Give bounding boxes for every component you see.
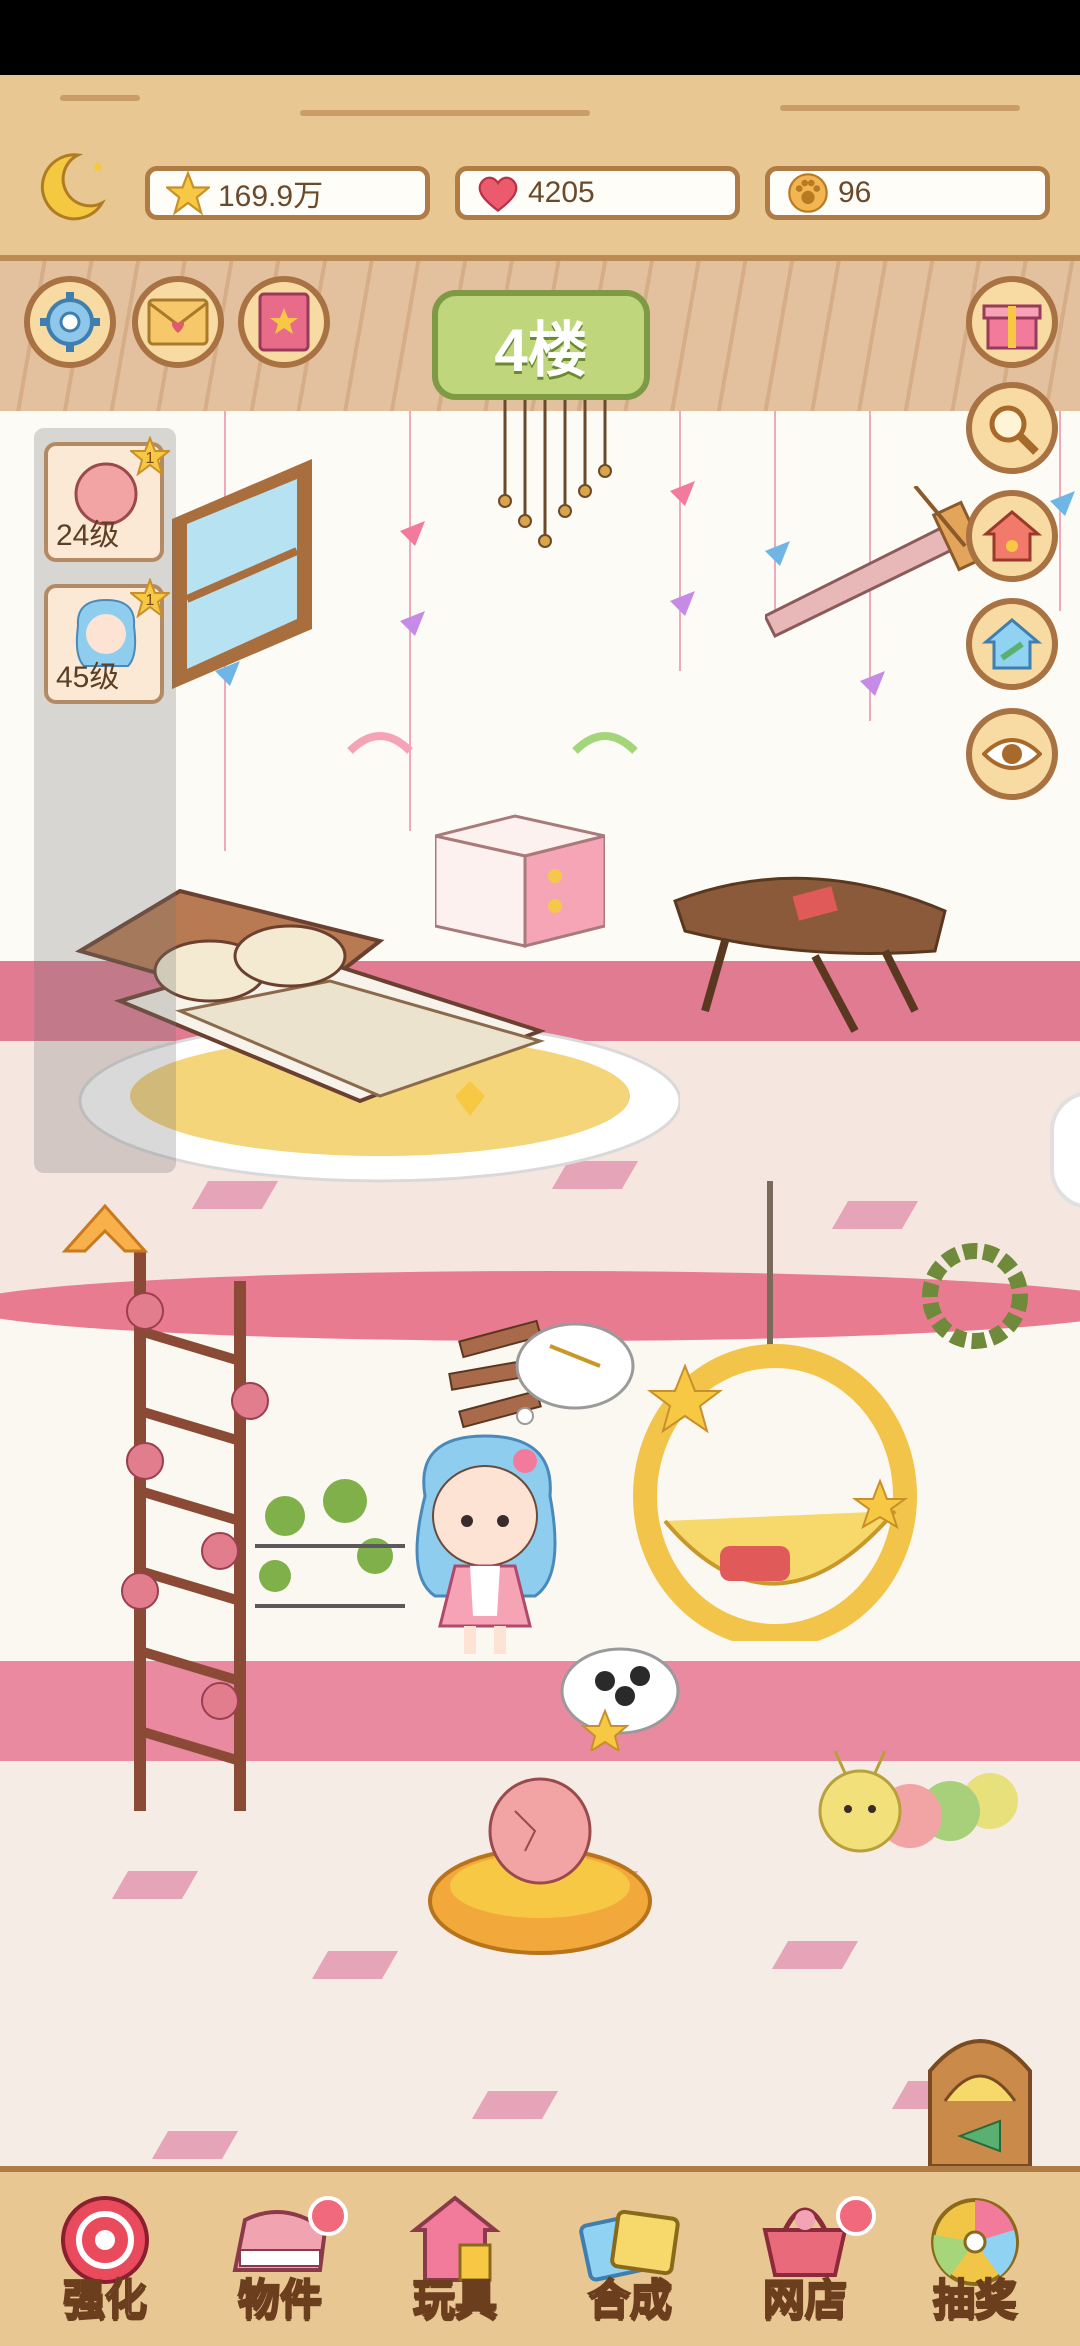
- status-bar: [0, 0, 1080, 75]
- eye-icon: [982, 738, 1042, 770]
- nav-shop-label: 网店: [762, 2275, 848, 2324]
- nav-lottery[interactable]: 抽奖: [895, 2190, 1055, 2340]
- thought-bubble: [515, 1322, 635, 1425]
- mail-button[interactable]: [132, 276, 224, 368]
- moon-icon[interactable]: [28, 145, 112, 229]
- exit-door-button[interactable]: [920, 2021, 1040, 2166]
- nav-toys-label: 玩具: [412, 2275, 498, 2324]
- badge-count: 1: [146, 592, 155, 609]
- gift-icon: [982, 304, 1042, 350]
- character-level: 45级: [56, 661, 120, 694]
- star-icon: [164, 169, 212, 217]
- home-button[interactable]: [966, 490, 1058, 582]
- star-badge-icon: 1: [130, 436, 170, 476]
- envelope-icon: [147, 298, 209, 346]
- search-button[interactable]: [966, 382, 1058, 474]
- girl-character[interactable]: [385, 1426, 585, 1666]
- egg-pet[interactable]: [425, 1751, 655, 1961]
- house-icon: [982, 510, 1042, 562]
- view-button[interactable]: [966, 708, 1058, 800]
- notification-dot: [308, 2196, 348, 2236]
- heart-icon: [474, 169, 522, 217]
- gear-icon: [40, 292, 100, 352]
- paw-coin-icon: [784, 169, 832, 217]
- character-card-girl[interactable]: 45级 1: [44, 578, 170, 704]
- nav-lottery-label: 抽奖: [932, 2275, 1018, 2324]
- wrench-house-icon: [982, 618, 1042, 670]
- wooden-bench: [673, 876, 947, 1033]
- caterpillar: [818, 1750, 1018, 1853]
- magnifier-icon: [989, 405, 1039, 455]
- build-button[interactable]: [966, 598, 1058, 690]
- badge-count: 1: [146, 450, 155, 467]
- floor-label: 4楼: [494, 316, 588, 384]
- character-level: 24级: [56, 519, 120, 552]
- heart-currency-value: 4205: [528, 176, 595, 209]
- nav-upgrade[interactable]: 强化: [25, 2190, 185, 2340]
- star-badge-icon: 1: [130, 578, 170, 618]
- book-icon: [258, 292, 310, 352]
- paw-coin-currency: 96: [765, 166, 1050, 220]
- character-card-egg[interactable]: 24级 1: [44, 436, 170, 562]
- star-currency-value: 169.9万: [218, 180, 324, 213]
- book-button[interactable]: [238, 276, 330, 368]
- star-currency: 169.9万: [145, 166, 430, 220]
- nav-items-label: 物件: [237, 2275, 323, 2324]
- nav-merge[interactable]: 合成: [550, 2190, 710, 2340]
- floor-sign: 4楼: [432, 290, 650, 400]
- moon-swing: [633, 1181, 917, 1641]
- window: [172, 459, 312, 689]
- heart-currency: 4205: [455, 166, 740, 220]
- nav-upgrade-label: 强化: [62, 2275, 148, 2324]
- nav-merge-label: 合成: [587, 2275, 673, 2324]
- paw-coin-value: 96: [838, 176, 872, 209]
- thought-bubble-2: [560, 1647, 680, 1751]
- up-arrow-icon[interactable]: [55, 1191, 155, 1261]
- gift-button[interactable]: [966, 276, 1058, 368]
- wall-sword: [765, 486, 989, 638]
- settings-button[interactable]: [24, 276, 116, 368]
- nav-toys[interactable]: 玩具: [375, 2190, 535, 2340]
- notification-dot: [836, 2196, 876, 2236]
